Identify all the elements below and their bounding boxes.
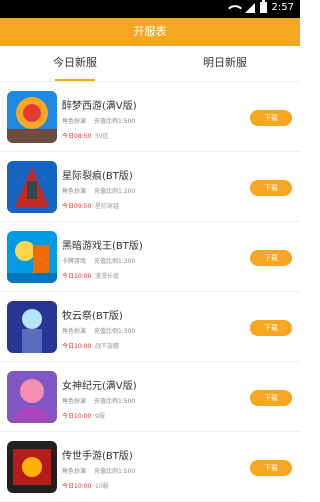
list-item[interactable]: 传世手游(BT版) 角色扮演 充值比例1:500 今日10:00 10服 下载 [0, 432, 300, 502]
game-genre: 角色扮演 [62, 398, 87, 405]
open-time: 今日09:50 [62, 203, 92, 210]
game-2-thumbnail-icon [7, 161, 57, 213]
game-1-thumbnail-icon [7, 91, 57, 143]
game-genre: 角色扮演 [62, 468, 87, 475]
tab-bar: 今日新服 明日新服 [0, 46, 300, 82]
game-meta: 角色扮演 充值比例1:200 [62, 186, 141, 195]
open-time: 今日10:00 [62, 343, 92, 350]
download-button[interactable]: 下载 [250, 390, 292, 406]
active-tab-indicator [55, 79, 95, 81]
game-meta: 角色扮演 充值比例1:500 [62, 116, 141, 125]
game-meta: 角色扮演 充值比例1:500 [62, 466, 141, 475]
game-ratio: 充值比例1:300 [93, 258, 136, 265]
list-item[interactable]: 女神纪元(满V版) 角色扮演 充值比例1:500 今日10:00 9服 下载 [0, 362, 300, 432]
list-item[interactable]: 醉梦西游(满V版) 角色扮演 充值比例1:500 今日08:50 39区 下载 [0, 82, 300, 152]
tab-tomorrow[interactable]: 明日新服 [150, 46, 300, 82]
game-list: 醉梦西游(满V版) 角色扮演 充值比例1:500 今日08:50 39区 下载 … [0, 82, 300, 502]
server-name: 9服 [95, 413, 105, 420]
game-ratio: 充值比例1:500 [93, 118, 136, 125]
game-6-thumbnail-icon [7, 441, 57, 493]
game-genre: 角色扮演 [62, 328, 87, 335]
status-time: 2:57 [271, 2, 294, 13]
game-name: 牧云祭(BT版) [62, 311, 123, 322]
status-icons: 2:57 [227, 0, 294, 15]
tab-tomorrow-label: 明日新服 [203, 56, 247, 69]
page-title: 开服表 [133, 25, 167, 38]
game-3-thumbnail-icon [7, 231, 57, 283]
game-5-thumbnail-icon [7, 371, 57, 423]
download-button[interactable]: 下载 [250, 110, 292, 126]
signal-icon [244, 2, 255, 13]
server-name: 星际穿越 [95, 203, 120, 210]
server-name: 战不旋踵 [95, 343, 120, 350]
game-meta: 卡牌游戏 充值比例1:300 [62, 256, 141, 265]
open-time: 今日08:50 [62, 133, 92, 140]
game-4-thumbnail-icon [7, 301, 57, 353]
download-button[interactable]: 下载 [250, 180, 292, 196]
game-name: 女神纪元(满V版) [62, 381, 137, 392]
server-name: 39区 [95, 133, 109, 140]
game-meta: 角色扮演 充值比例1:500 [62, 396, 141, 405]
game-name: 星际裂痕(BT版) [62, 171, 133, 182]
header: 开服表 [0, 18, 300, 46]
game-ratio: 充值比例1:200 [93, 188, 136, 195]
game-ratio: 充值比例1:500 [93, 398, 136, 405]
list-item[interactable]: 牧云祭(BT版) 角色扮演 充值比例1:300 今日10:00 战不旋踵 下载 [0, 292, 300, 362]
game-name: 黑暗游戏王(BT版) [62, 241, 143, 252]
game-genre: 角色扮演 [62, 188, 87, 195]
game-meta: 角色扮演 充值比例1:300 [62, 326, 141, 335]
download-button[interactable]: 下载 [250, 250, 292, 266]
tab-today[interactable]: 今日新服 [0, 46, 150, 82]
open-time: 今日10:00 [62, 483, 92, 490]
battery-icon [259, 0, 267, 13]
game-ratio: 充值比例1:300 [93, 328, 136, 335]
game-name: 传世手游(BT版) [62, 451, 133, 462]
tab-today-label: 今日新服 [53, 56, 97, 69]
wifi-icon [227, 0, 242, 15]
game-genre: 卡牌游戏 [62, 258, 87, 265]
server-name: 10服 [95, 483, 109, 490]
open-time: 今日10:00 [62, 413, 92, 420]
list-item[interactable]: 黑暗游戏王(BT版) 卡牌游戏 充值比例1:300 今日10:00 漫漫长夜 下… [0, 222, 300, 292]
open-time: 今日10:00 [62, 273, 92, 280]
download-button[interactable]: 下载 [250, 460, 292, 476]
status-bar: 2:57 [0, 0, 300, 18]
game-ratio: 充值比例1:500 [93, 468, 136, 475]
download-button[interactable]: 下载 [250, 320, 292, 336]
game-name: 醉梦西游(满V版) [62, 101, 137, 112]
game-genre: 角色扮演 [62, 118, 87, 125]
server-name: 漫漫长夜 [95, 273, 120, 280]
list-item[interactable]: 星际裂痕(BT版) 角色扮演 充值比例1:200 今日09:50 星际穿越 下载 [0, 152, 300, 222]
